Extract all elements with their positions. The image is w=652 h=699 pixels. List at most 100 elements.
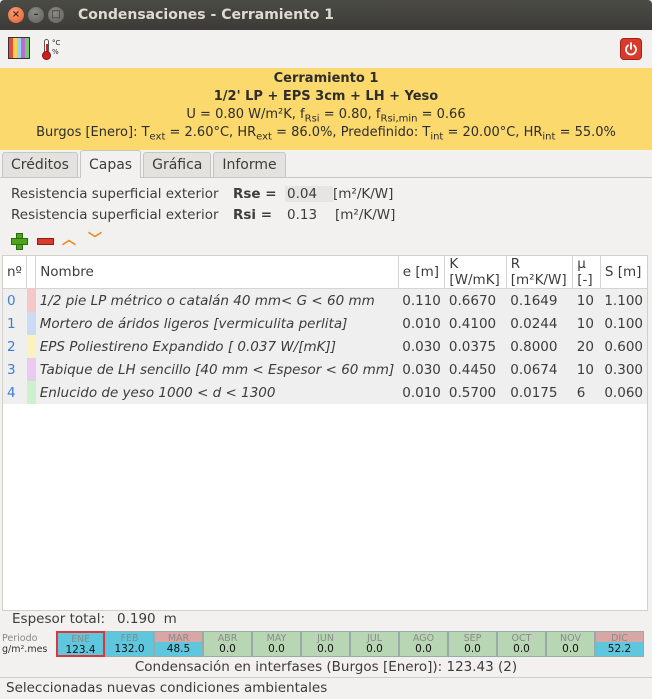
minimize-window-button[interactable]: – <box>28 7 44 23</box>
tab-creditos[interactable]: Créditos <box>2 152 78 177</box>
month-abr[interactable]: ABR 0.0 <box>203 631 252 657</box>
info-header: Cerramiento 1 1/2' LP + EPS 3cm + LH + Y… <box>0 68 652 150</box>
close-window-button[interactable]: × <box>8 7 24 23</box>
month-mar[interactable]: MAR 48.5 <box>154 631 203 657</box>
u-value-line: U = 0.80 W/m²K, fRsi = 0.80, fRsi,min = … <box>186 107 466 125</box>
month-jul[interactable]: JUL 0.0 <box>350 631 399 657</box>
table-row[interactable]: 0 1/2 pie LP métrico o catalán 40 mm< G <… <box>3 288 647 313</box>
thermometer-icon[interactable]: °C% <box>40 37 64 61</box>
layer-name[interactable]: Mortero de áridos ligeros [vermiculita p… <box>36 312 399 335</box>
period-label: Periodo g/m².mes <box>2 633 48 655</box>
climate-line: Burgos [Enero]: Text = 2.60°C, HRext = 8… <box>36 125 616 143</box>
col-mu[interactable]: μ [-] <box>572 256 601 289</box>
col-s[interactable]: S [m] <box>600 256 647 289</box>
layer-r[interactable]: 0.0674 <box>506 358 573 381</box>
layer-s[interactable]: 0.060 <box>600 381 647 404</box>
month-nov[interactable]: NOV 0.0 <box>546 631 595 657</box>
layer-k[interactable]: 0.5700 <box>445 381 506 404</box>
month-jun[interactable]: JUN 0.0 <box>301 631 350 657</box>
layer-color-swatch <box>26 381 36 404</box>
layer-s[interactable]: 1.100 <box>600 289 647 313</box>
layer-color-swatch <box>26 289 36 312</box>
col-k[interactable]: K [W/mK] <box>444 256 507 289</box>
layer-name[interactable]: Enlucido de yeso 1000 < d < 1300 <box>36 381 399 404</box>
layer-color-swatch <box>26 335 36 358</box>
tab-informe[interactable]: Informe <box>213 152 286 177</box>
rse-input[interactable]: 0.04 <box>285 185 333 202</box>
layer-color-swatch <box>26 312 36 335</box>
layer-mu[interactable]: 10 <box>573 289 601 313</box>
month-sep[interactable]: SEP 0.0 <box>448 631 497 657</box>
layer-name[interactable]: 1/2 pie LP métrico o catalán 40 mm< G < … <box>36 289 399 313</box>
layer-index: 2 <box>7 338 16 355</box>
table-row[interactable]: 4 Enlucido de yeso 1000 < d < 1300 0.010 0.… <box>3 381 647 404</box>
element-composition: 1/2' LP + EPS 3cm + LH + Yeso <box>213 89 439 104</box>
add-layer-icon[interactable] <box>10 232 28 250</box>
col-nombre[interactable]: Nombre <box>35 256 399 289</box>
monthly-bar: Periodo g/m².mes ENE 123.4 FEB 132.0 MAR 48.5… <box>2 631 644 657</box>
col-n[interactable]: nº <box>3 256 28 289</box>
layer-name[interactable]: EPS Poliestireno Expandido [ 0.037 W/[mK… <box>36 335 399 358</box>
layer-s[interactable]: 0.100 <box>600 312 647 335</box>
power-off-button[interactable] <box>620 38 642 60</box>
window-title: Condensaciones - Cerramiento 1 <box>78 7 334 23</box>
tab-bar: Créditos Capas Gráfica Informe <box>0 150 652 178</box>
tab-grafica[interactable]: Gráfica <box>143 152 212 177</box>
layer-e[interactable]: 0.110 <box>398 289 445 313</box>
layer-mu[interactable]: 10 <box>573 312 601 335</box>
month-feb[interactable]: FEB 132.0 <box>105 631 154 657</box>
layer-r[interactable]: 0.0175 <box>506 381 573 404</box>
layer-mu[interactable]: 6 <box>573 381 601 404</box>
table-row[interactable]: 1 Mortero de áridos ligeros [vermiculita … <box>3 312 647 335</box>
layer-e[interactable]: 0.010 <box>398 312 445 335</box>
power-icon <box>625 42 637 56</box>
layer-r[interactable]: 0.1649 <box>506 289 573 313</box>
col-e[interactable]: e [m] <box>398 256 446 289</box>
title-bar: × – □ Condensaciones - Cerramiento 1 <box>0 0 652 30</box>
month-oct[interactable]: OCT 0.0 <box>497 631 546 657</box>
layer-r[interactable]: 0.8000 <box>506 335 573 358</box>
month-may[interactable]: MAY 0.0 <box>252 631 301 657</box>
layer-index: 3 <box>7 361 16 378</box>
layer-k[interactable]: 0.4450 <box>445 358 506 381</box>
app-window: × – □ Condensaciones - Cerramiento 1 °C%… <box>0 0 652 699</box>
layer-mu[interactable]: 20 <box>573 335 601 358</box>
month-dic[interactable]: DIC 52.2 <box>595 631 644 657</box>
table-row[interactable]: 2 EPS Poliestireno Expandido [ 0.037 W/[m… <box>3 335 647 358</box>
tab-capas[interactable]: Capas <box>79 150 142 178</box>
status-bar: Seleccionadas nuevas condiciones ambient… <box>0 677 652 699</box>
layer-index: 0 <box>7 292 16 309</box>
condensation-summary: Condensación en interfases (Burgos [Ener… <box>134 659 518 675</box>
layer-k[interactable]: 0.6670 <box>445 289 506 313</box>
layer-k[interactable]: 0.4100 <box>445 312 506 335</box>
rsi-input[interactable]: 0.13 <box>287 207 335 223</box>
layer-mu[interactable]: 10 <box>573 358 601 381</box>
toolbar: °C% <box>0 30 652 68</box>
remove-layer-icon[interactable] <box>36 232 54 248</box>
layers-chart-icon[interactable] <box>8 37 32 61</box>
layer-k[interactable]: 0.0375 <box>445 335 506 358</box>
element-name: Cerramiento 1 <box>273 71 379 86</box>
rsi-row: Resistencia superficial exterior Rsi = 0… <box>11 206 396 223</box>
col-r[interactable]: R [m²K/W] <box>506 256 574 289</box>
table-row[interactable]: 3 Tabique de LH sencillo [40 mm < Espesor… <box>3 358 647 381</box>
layer-e[interactable]: 0.030 <box>398 335 445 358</box>
layer-r[interactable]: 0.0244 <box>506 312 573 335</box>
layers-table: nº Nombre e [m] K [W/mK] R [m²K/W] μ [-]… <box>2 255 648 611</box>
layer-index: 4 <box>7 384 16 401</box>
move-up-icon[interactable]: ︿ <box>62 232 78 248</box>
maximize-window-button[interactable]: □ <box>48 7 64 23</box>
col-color[interactable] <box>26 256 37 289</box>
month-ago[interactable]: AGO 0.0 <box>399 631 448 657</box>
layer-color-swatch <box>26 358 36 381</box>
move-down-icon[interactable]: ﹀ <box>88 232 104 248</box>
layer-s[interactable]: 0.300 <box>600 358 647 381</box>
layer-s[interactable]: 0.600 <box>600 335 647 358</box>
rse-row: Resistencia superficial exterior Rse = 0… <box>11 185 394 202</box>
layer-name[interactable]: Tabique de LH sencillo [40 mm < Espesor … <box>36 358 399 381</box>
layer-actions: ︿ ﹀ <box>0 225 652 255</box>
total-thickness: Espesor total: 0.190 m <box>12 611 177 627</box>
layer-e[interactable]: 0.030 <box>398 358 445 381</box>
layer-e[interactable]: 0.010 <box>398 381 445 404</box>
month-ene[interactable]: ENE 123.4 <box>56 631 105 657</box>
